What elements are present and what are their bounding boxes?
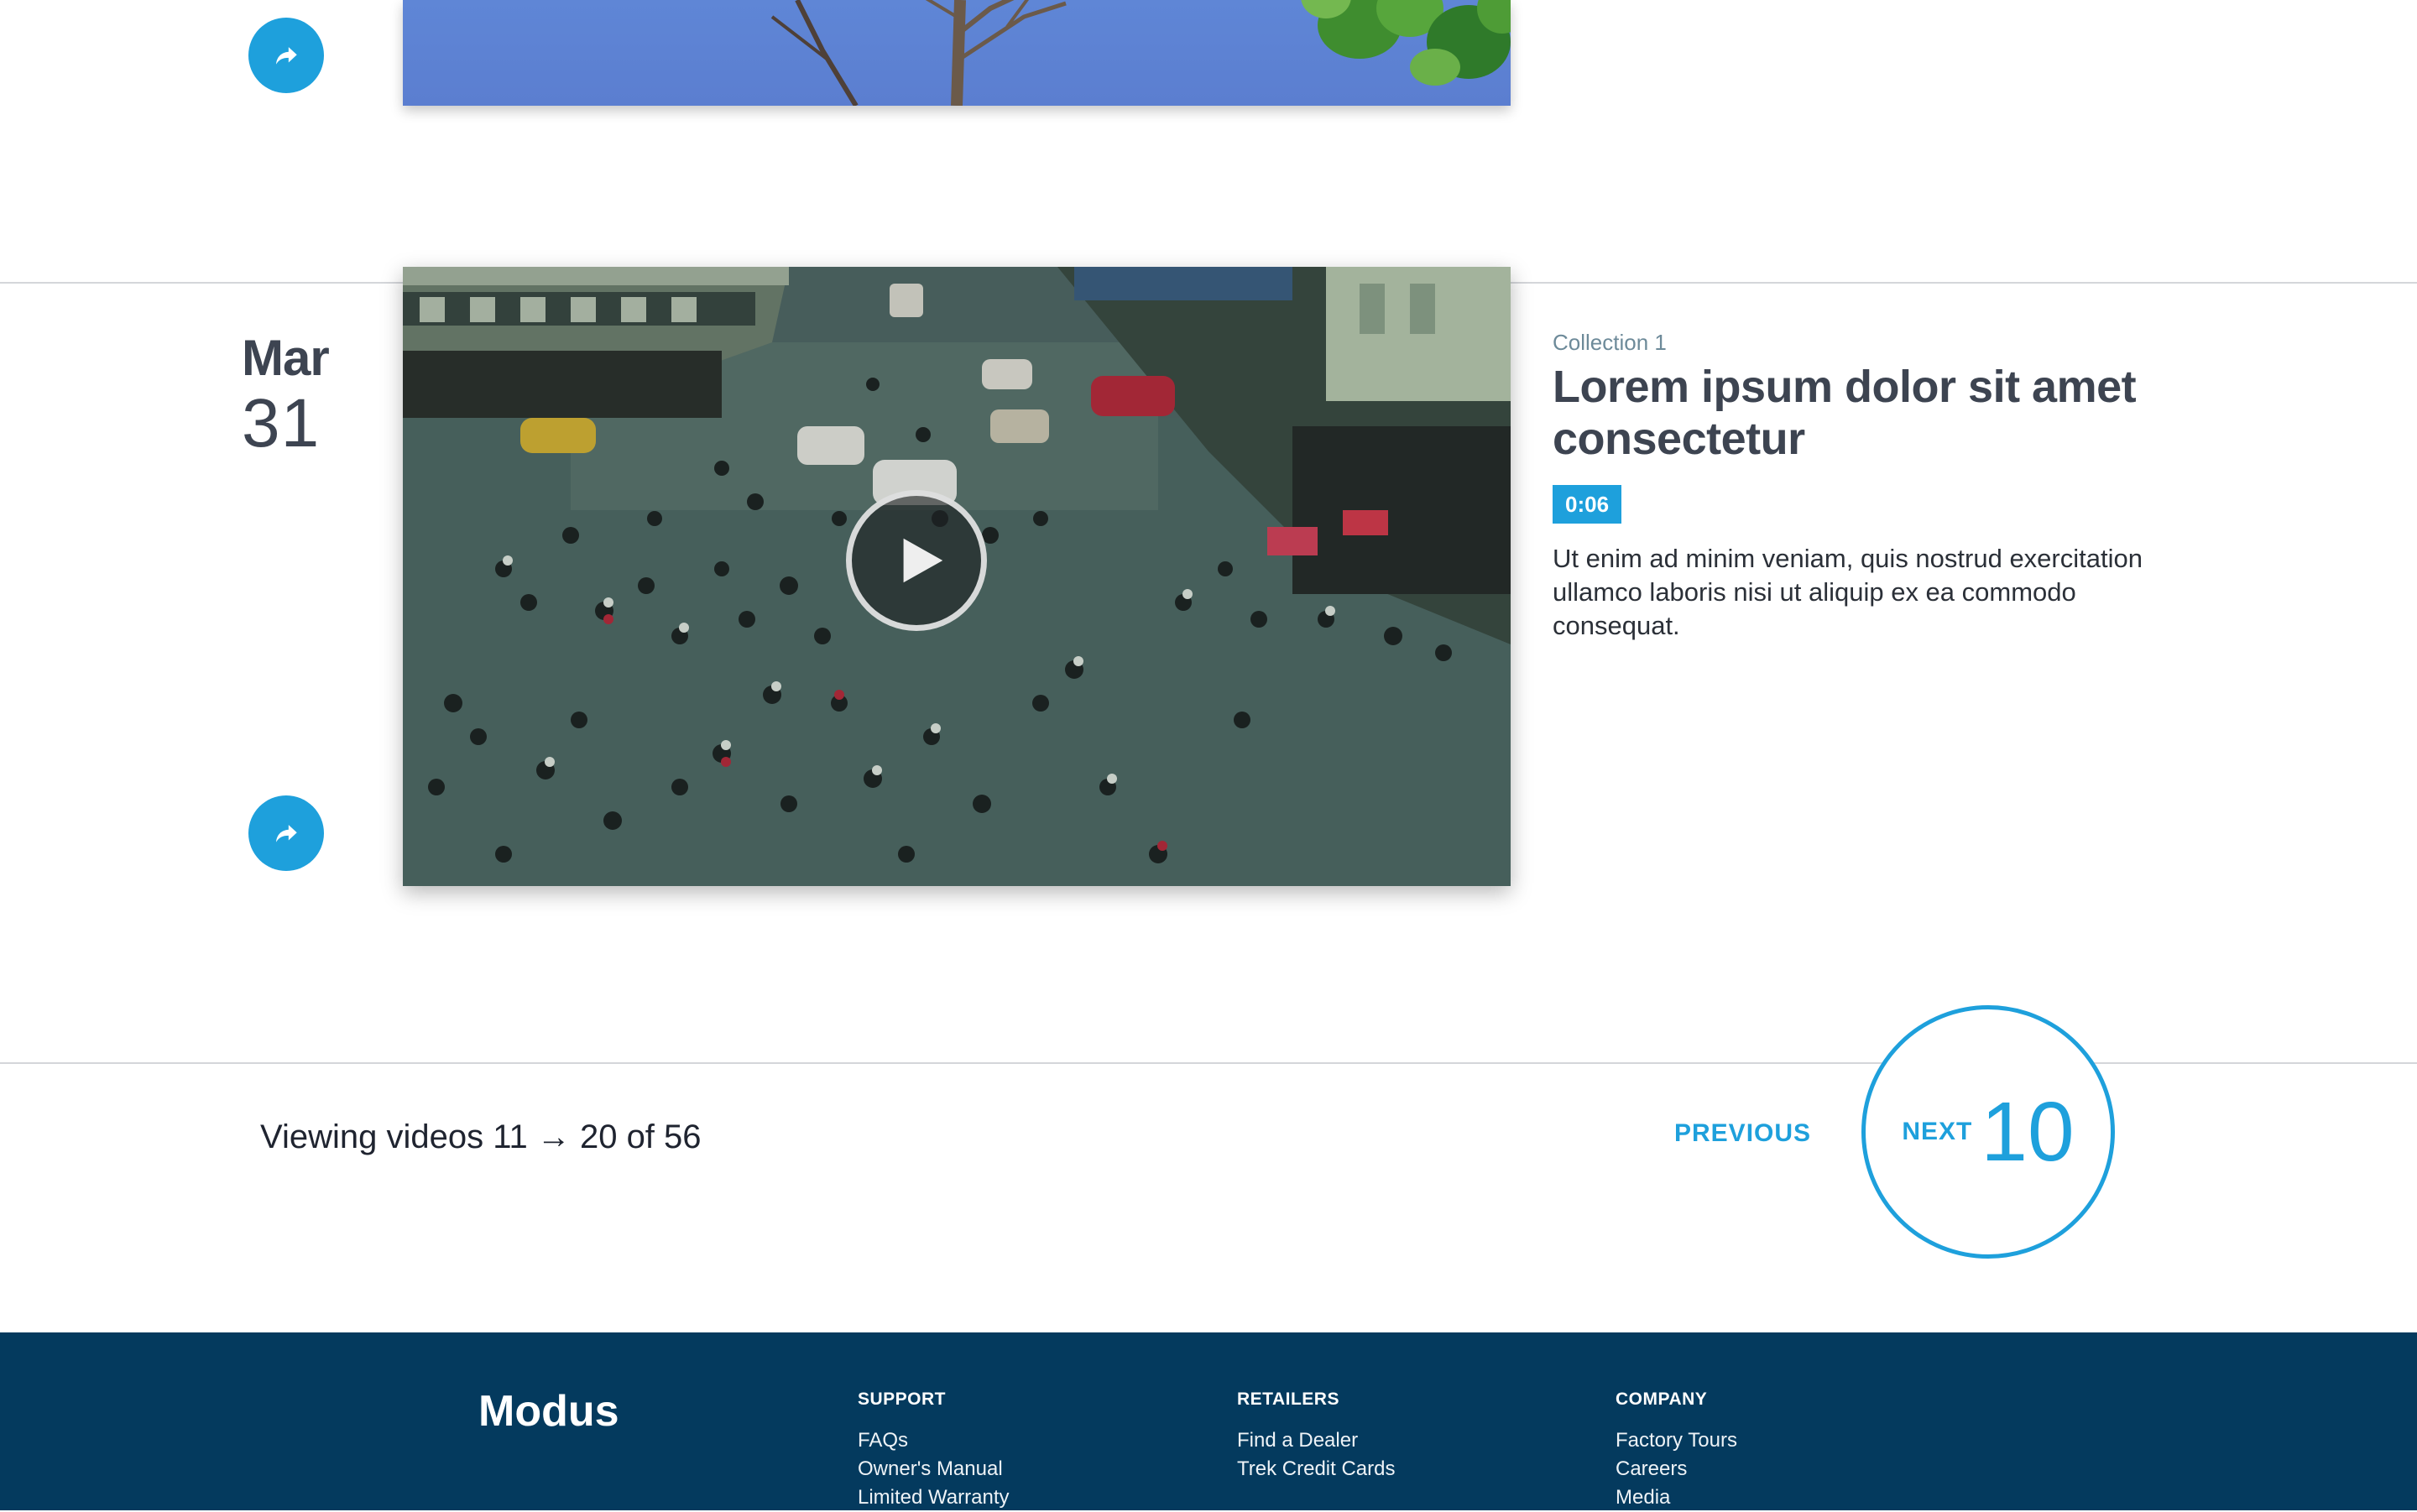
play-button[interactable] (846, 490, 987, 631)
footer-heading: SUPPORT (858, 1389, 947, 1409)
footer-column-retailers: RETAILERS Find a Dealer Trek Credit Card… (1237, 1389, 1573, 1483)
duration-badge: 0:06 (1553, 485, 1622, 524)
entry-title[interactable]: Lorem ipsum dolor sit amet consectetur (1553, 361, 2207, 465)
next-label: NEXT (1902, 1118, 1973, 1145)
footer-column-support: SUPPORT FAQs Owner's Manual Limited Warr… (858, 1389, 1193, 1512)
footer-link[interactable]: Limited Warranty (858, 1483, 1193, 1512)
video-thumbnail[interactable] (403, 0, 1511, 106)
footer-link[interactable]: Owner's Manual (858, 1455, 1193, 1483)
date-day: 31 (242, 385, 321, 461)
collection-link[interactable]: Collection 1 (1553, 327, 2207, 357)
footer-link[interactable]: Careers (1616, 1455, 1951, 1483)
footer-link[interactable]: Trek Credit Cards (1237, 1455, 1573, 1483)
footer-column-company: COMPANY Factory Tours Careers Media (1616, 1389, 1951, 1512)
footer-link[interactable]: Find a Dealer (1237, 1426, 1573, 1455)
entry-date: Mar 31 (242, 329, 376, 460)
footer-link[interactable]: FAQs (858, 1426, 1193, 1455)
date-month: Mar (242, 330, 330, 386)
share-button[interactable] (248, 795, 324, 871)
share-arrow-icon (275, 825, 297, 842)
footer-logo[interactable]: Modus (478, 1386, 619, 1436)
footer-heading: RETAILERS (1237, 1389, 1339, 1409)
previous-button[interactable]: PREVIOUS (1674, 1119, 1811, 1148)
entry-info: Collection 1 Lorem ipsum dolor sit amet … (1553, 327, 2207, 643)
pagination-status: Viewing videos 11 → 20 of 56 (260, 1118, 702, 1155)
footer-link[interactable]: Media (1616, 1483, 1951, 1512)
footer-link[interactable]: Factory Tours (1616, 1426, 1951, 1455)
video-thumbnail[interactable] (403, 267, 1511, 886)
play-icon (903, 538, 943, 583)
share-arrow-icon (275, 47, 297, 65)
site-footer: Modus SUPPORT FAQs Owner's Manual Limite… (0, 1332, 2417, 1510)
entry-description: Ut enim ad minim veniam, quis nostrud ex… (1553, 544, 2143, 640)
footer-heading: COMPANY (1616, 1389, 1708, 1409)
next-count: 10 (1981, 1085, 2075, 1179)
share-button[interactable] (248, 18, 324, 93)
next-button[interactable]: NEXT 10 (1861, 1005, 2115, 1259)
